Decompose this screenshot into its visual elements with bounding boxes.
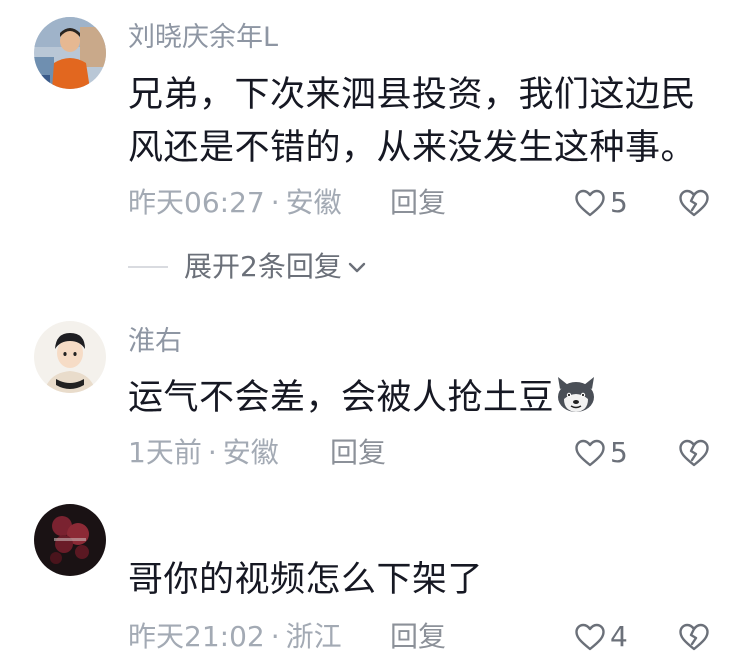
- meta-separator: ·: [207, 436, 217, 469]
- like-count: 5: [610, 186, 628, 219]
- dislike-button[interactable]: [678, 620, 710, 654]
- heart-outline-icon: [575, 439, 605, 467]
- avatar[interactable]: [34, 321, 106, 393]
- comment-time: 昨天06:27: [128, 186, 265, 219]
- comment-text: 运气不会差，会被人抢土豆: [128, 372, 718, 425]
- meta-separator: ·: [270, 186, 280, 219]
- comment-username[interactable]: 淮右: [128, 326, 182, 358]
- comment-time: 昨天21:02: [128, 620, 265, 653]
- comment-item: 淮右 运气不会差，会被人抢土豆 1天前 · 安徽 回复 5: [0, 300, 750, 490]
- reply-button[interactable]: 回复: [390, 186, 446, 220]
- comment-text: 兄弟，下次来泗县投资，我们这边民风还是不错的，从来没发生这种事。: [128, 75, 697, 168]
- comment-text-content: 运气不会差，会被人抢土豆: [128, 378, 555, 418]
- comment-text: 哥你的视频怎么下架了: [128, 560, 484, 600]
- meta-separator: ·: [270, 620, 280, 653]
- husky-dog-emoji-icon: [558, 377, 595, 412]
- broken-heart-icon: [679, 189, 709, 217]
- avatar-image: [34, 321, 106, 393]
- broken-heart-icon: [679, 439, 709, 467]
- expand-replies-button[interactable]: 展开2条回复: [128, 250, 368, 284]
- avatar[interactable]: [34, 17, 106, 89]
- comment-meta: 昨天06:27 · 安徽: [128, 186, 342, 220]
- comment-time: 1天前: [128, 436, 202, 469]
- like-count: 4: [610, 620, 628, 653]
- divider-line: [128, 266, 168, 268]
- comment-item: 刘晓庆余年L 兄弟，下次来泗县投资，我们这边民风还是不错的，从来没发生这种事。 …: [0, 0, 750, 300]
- avatar[interactable]: [34, 504, 106, 576]
- like-button[interactable]: 5: [574, 186, 628, 220]
- comment-item: 哥你的视频怎么下架了 昨天21:02 · 浙江 回复 4: [0, 490, 750, 661]
- like-count: 5: [610, 436, 628, 469]
- expand-replies-label: 展开2条回复: [184, 250, 342, 283]
- dislike-button[interactable]: [678, 186, 710, 220]
- comment-meta: 1天前 · 安徽: [128, 436, 279, 470]
- comment-location: 安徽: [222, 436, 279, 469]
- comment-location: 浙江: [285, 620, 342, 653]
- comment-meta: 昨天21:02 · 浙江: [128, 620, 342, 654]
- reply-button[interactable]: 回复: [330, 436, 386, 470]
- heart-outline-icon: [575, 189, 605, 217]
- comment-location: 安徽: [285, 186, 342, 219]
- dislike-button[interactable]: [678, 436, 710, 470]
- chevron-down-icon: [348, 262, 366, 273]
- like-button[interactable]: 4: [574, 620, 628, 654]
- broken-heart-icon: [679, 623, 709, 651]
- heart-outline-icon: [575, 623, 605, 651]
- like-button[interactable]: 5: [574, 436, 628, 470]
- comment-username[interactable]: 刘晓庆余年L: [128, 22, 278, 54]
- avatar-image: [34, 504, 106, 576]
- avatar-image: [34, 17, 106, 89]
- reply-button[interactable]: 回复: [390, 620, 446, 654]
